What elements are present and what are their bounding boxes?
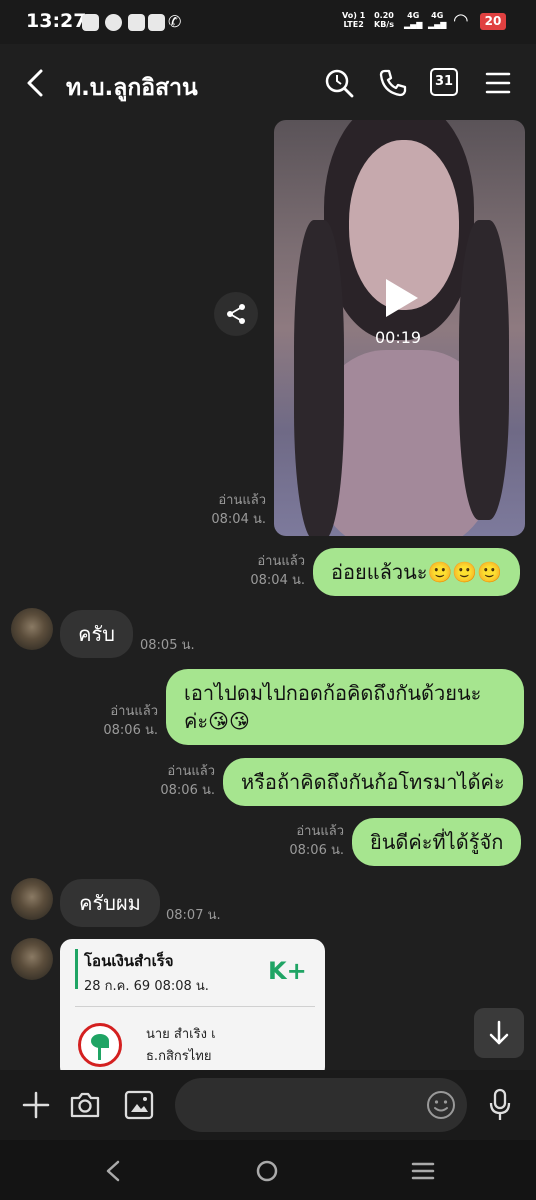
signal-icon-1: 4G ▂▄▆ xyxy=(404,11,423,29)
app-icon-2 xyxy=(148,14,165,31)
back-arrow-icon[interactable] xyxy=(24,68,46,98)
message-meta: อ่านแล้ว 08:06 น. xyxy=(289,824,344,858)
gallery-icon[interactable] xyxy=(124,1090,154,1120)
video-hair-left xyxy=(294,220,344,536)
kasikorn-bank-logo xyxy=(78,1023,122,1067)
search-icon[interactable] xyxy=(324,68,354,98)
message-text: หรือถ้าคิดถึงกันก้อโทรมาได้ค่ะ xyxy=(241,770,505,794)
message-meta: อ่านแล้ว 08:06 น. xyxy=(103,704,158,738)
message-time: 08:07 น. xyxy=(166,908,221,923)
share-button[interactable] xyxy=(214,292,258,336)
video-duration: 00:19 xyxy=(375,328,422,347)
notification-icon xyxy=(82,14,99,31)
message-input[interactable] xyxy=(175,1078,467,1132)
line-app-icon xyxy=(105,14,122,31)
share-icon xyxy=(227,304,245,324)
message-text: อ่อยแล้วนะ🙂🙂🙂 xyxy=(331,560,503,584)
message-text: ค่ะ😘😘 xyxy=(184,709,250,733)
recipient-name: นาย สำเริง เ xyxy=(146,1027,216,1042)
camera-icon[interactable] xyxy=(69,1090,101,1120)
calendar-icon[interactable]: 31 xyxy=(430,68,458,96)
message-bubble-incoming[interactable]: ครับผม xyxy=(60,879,160,927)
recipient-bank: ธ.กสิกรไทย xyxy=(146,1049,212,1064)
accent-bar xyxy=(75,949,78,989)
message-text: เอาไปดมไปกอดก้อคิดถึงกันด้วยนะ xyxy=(184,681,482,705)
transfer-datetime: 28 ก.ค. 69 08:08 น. xyxy=(84,979,209,994)
nav-recents-icon[interactable] xyxy=(411,1161,435,1181)
message-text: ยินดีค่ะที่ได้รู้จัก xyxy=(370,830,504,854)
message-bubble-outgoing[interactable]: เอาไปดมไปกอดก้อคิดถึงกันด้วยนะ ค่ะ😘😘 xyxy=(166,669,524,745)
battery-indicator: 20 xyxy=(480,13,506,30)
play-icon[interactable] xyxy=(382,277,420,319)
signal-icon-2: 4G ▂▄▆ xyxy=(428,11,447,29)
transfer-title: โอนเงินสำเร็จ xyxy=(84,952,174,970)
app-icon xyxy=(128,14,145,31)
microphone-icon[interactable] xyxy=(488,1088,512,1122)
divider xyxy=(75,1006,315,1007)
avatar[interactable] xyxy=(11,878,53,920)
avatar[interactable] xyxy=(11,938,53,980)
kplus-logo: K+ xyxy=(268,957,307,985)
video-meta: อ่านแล้ว 08:04 น. xyxy=(211,493,266,527)
message-bubble-outgoing[interactable]: อ่อยแล้วนะ🙂🙂🙂 xyxy=(313,548,521,596)
scroll-down-button[interactable] xyxy=(474,1008,524,1058)
message-time: 08:05 น. xyxy=(140,638,195,653)
message-text: ครับ xyxy=(78,622,115,646)
status-time: 13:27 xyxy=(26,10,87,32)
message-meta: อ่านแล้ว 08:04 น. xyxy=(250,554,305,588)
nav-back-icon[interactable] xyxy=(104,1160,122,1182)
network-speed: 0.20 KB/s xyxy=(374,11,394,29)
video-message[interactable]: 00:19 xyxy=(274,120,525,536)
message-bubble-outgoing[interactable]: หรือถ้าคิดถึงกันก้อโทรมาได้ค่ะ xyxy=(223,758,523,806)
missed-call-icon: ✆ xyxy=(168,12,182,31)
bank-logo-stem xyxy=(98,1046,101,1060)
menu-icon[interactable] xyxy=(485,70,511,96)
message-meta: อ่านแล้ว 08:06 น. xyxy=(160,764,215,798)
plus-icon[interactable] xyxy=(22,1091,50,1119)
wifi-icon: ◠ xyxy=(453,10,469,31)
message-bubble-outgoing[interactable]: ยินดีค่ะที่ได้รู้จัก xyxy=(352,818,522,866)
video-hair-right xyxy=(459,220,509,520)
message-text: ครับผม xyxy=(79,891,141,915)
arrow-down-icon xyxy=(489,1020,509,1045)
phone-call-icon[interactable] xyxy=(378,68,408,98)
nav-home-icon[interactable] xyxy=(256,1160,278,1182)
emoji-icon[interactable] xyxy=(426,1090,456,1120)
transfer-slip-card[interactable]: โอนเงินสำเร็จ 28 ก.ค. 69 08:08 น. K+ นาย… xyxy=(60,939,325,1079)
network-indicator: Vo) 1 LTE2 xyxy=(342,11,366,29)
avatar[interactable] xyxy=(11,608,53,650)
message-bubble-incoming[interactable]: ครับ xyxy=(60,610,133,658)
chat-title: ท.บ.ลูกอิสาน xyxy=(66,75,198,101)
